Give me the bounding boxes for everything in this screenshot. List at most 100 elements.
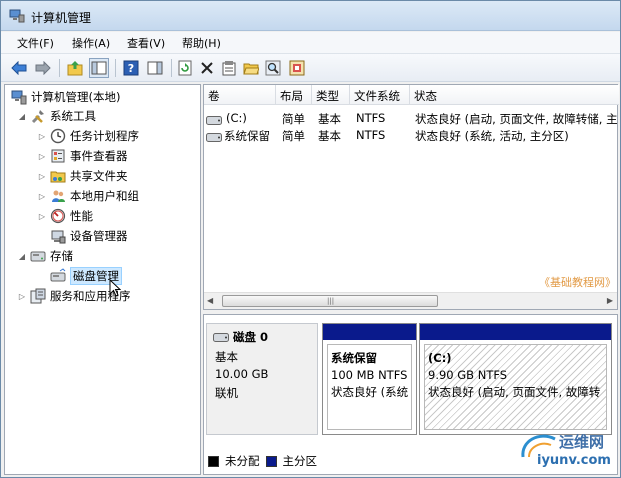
computer-management-icon: [11, 89, 27, 105]
partition-system-reserved[interactable]: 系统保留 100 MB NTFS 状态良好 (系统: [322, 323, 417, 435]
column-header-layout[interactable]: 布局: [276, 85, 312, 105]
refresh-icon[interactable]: [175, 58, 195, 78]
scroll-left-arrow-icon[interactable]: ◀: [207, 296, 213, 305]
event-viewer-icon: [50, 148, 66, 164]
horizontal-scrollbar[interactable]: ◀ ||| ▶: [204, 292, 617, 309]
table-row[interactable]: (C:) 简单 基本 NTFS 状态良好 (启动, 页面文件, 故障转储, 主: [204, 109, 619, 127]
delete-icon[interactable]: [197, 58, 217, 78]
open-folder-icon[interactable]: [241, 58, 261, 78]
disk-name: 磁盘 0: [233, 330, 269, 344]
tree-label: 共享文件夹: [70, 169, 128, 183]
forward-arrow-icon[interactable]: [33, 58, 53, 78]
expand-triangle-icon[interactable]: ▷: [37, 171, 47, 181]
users-icon: [50, 188, 66, 204]
partition-status: 状态良好 (启动, 页面文件, 故障转: [428, 385, 601, 399]
table-row[interactable]: 系统保留 简单 基本 NTFS 状态良好 (系统, 活动, 主分区): [204, 126, 619, 144]
partition-body: 系统保留 100 MB NTFS 状态良好 (系统: [327, 344, 412, 430]
tree-label: 系统工具: [50, 109, 96, 123]
expand-triangle-icon[interactable]: ▷: [37, 131, 47, 141]
partition-status: 状态良好 (系统: [331, 385, 409, 399]
volume-type: 基本: [318, 129, 341, 143]
column-header-status[interactable]: 状态: [410, 85, 619, 105]
tree-label: 设备管理器: [70, 229, 128, 243]
expand-triangle-icon[interactable]: ▷: [37, 211, 47, 221]
column-header-type[interactable]: 类型: [312, 85, 350, 105]
tree-item-local-users[interactable]: ▷ 本地用户和组: [37, 187, 139, 205]
partition-c[interactable]: (C:) 9.90 GB NTFS 状态良好 (启动, 页面文件, 故障转: [419, 323, 612, 435]
collapse-triangle-icon[interactable]: ◢: [17, 111, 27, 121]
expand-triangle-icon[interactable]: ▷: [17, 291, 27, 301]
action-pane-icon[interactable]: [145, 58, 165, 78]
tree-item-event-viewer[interactable]: ▷ 事件查看器: [37, 147, 128, 165]
legend-label: 未分配: [225, 454, 260, 468]
menu-view[interactable]: 查看(V): [127, 35, 165, 51]
logo-text-cn: 运维网: [559, 433, 605, 451]
menu-file[interactable]: 文件(F): [17, 35, 54, 51]
volume-status: 状态良好 (启动, 页面文件, 故障转储, 主: [415, 112, 617, 126]
volume-list: 卷 布局 类型 文件系统 状态 (C:) 简单 基本 NTFS 状态良好 (启动…: [203, 84, 619, 310]
disk-icon: [213, 332, 229, 345]
scroll-right-arrow-icon[interactable]: ▶: [607, 296, 613, 305]
scrollbar-thumb[interactable]: |||: [222, 295, 438, 307]
disk-management-icon: [50, 268, 66, 284]
logo-text-domain: iyunv.com: [537, 453, 611, 468]
computer-management-window: 计算机管理 文件(F) 操作(A) 查看(V) 帮助(H) ? 计算机管理(本地…: [0, 0, 621, 478]
grip-icon: |||: [327, 297, 335, 305]
tree-item-device-manager[interactable]: 设备管理器: [50, 227, 128, 245]
legend: 未分配 主分区: [208, 452, 317, 470]
collapse-triangle-icon[interactable]: ◢: [17, 251, 27, 261]
tree-label: 计算机管理(本地): [31, 90, 121, 104]
search-icon[interactable]: [263, 58, 283, 78]
shared-folder-icon: [50, 168, 66, 184]
performance-icon: [50, 208, 66, 224]
tree-item-task-scheduler[interactable]: ▷ 任务计划程序: [37, 127, 139, 145]
window-title: 计算机管理: [31, 11, 92, 25]
tree-item-root[interactable]: 计算机管理(本地): [11, 88, 120, 106]
volume-name: (C:): [226, 111, 247, 125]
menu-bar: 文件(F) 操作(A) 查看(V) 帮助(H): [1, 32, 620, 54]
expand-triangle-icon[interactable]: ▷: [37, 151, 47, 161]
partition-name: (C:): [428, 351, 452, 365]
watermark-text: 《基础教程网》: [539, 276, 616, 289]
svg-text:?: ?: [128, 62, 134, 75]
help-icon[interactable]: ?: [121, 58, 141, 78]
primary-partition-bar: [420, 324, 611, 340]
toolbar: ?: [1, 54, 620, 82]
legend-swatch-unallocated: [208, 455, 219, 467]
partition-size: 9.90 GB NTFS: [428, 368, 508, 382]
clock-icon: [50, 128, 66, 144]
disk-state: 联机: [215, 386, 238, 400]
partition-size: 100 MB NTFS: [331, 368, 408, 382]
expand-triangle-icon[interactable]: ▷: [37, 191, 47, 201]
column-header-filesystem[interactable]: 文件系统: [350, 85, 410, 105]
disk-size: 10.00 GB: [215, 367, 269, 381]
computer-management-icon: [9, 9, 25, 23]
tree-item-storage[interactable]: ◢ 存储: [17, 247, 73, 265]
menu-action[interactable]: 操作(A): [72, 35, 110, 51]
back-arrow-icon[interactable]: [9, 58, 29, 78]
export-icon[interactable]: [287, 58, 307, 78]
mouse-cursor-icon: [109, 279, 121, 297]
up-folder-icon[interactable]: [65, 58, 85, 78]
console-tree-icon[interactable]: [89, 58, 109, 78]
tree-item-shared-folders[interactable]: ▷ 共享文件夹: [37, 167, 128, 185]
properties-icon[interactable]: [219, 58, 239, 78]
column-header-volume[interactable]: 卷: [204, 85, 276, 105]
legend-swatch-primary: [265, 455, 277, 467]
volume-icon: [206, 131, 222, 145]
tree-label: 事件查看器: [70, 149, 128, 163]
site-logo: 运维网 iyunv.com: [519, 429, 619, 475]
tree-label: 本地用户和组: [70, 189, 139, 203]
volume-type: 基本: [318, 112, 341, 126]
title-bar[interactable]: 计算机管理: [1, 1, 620, 31]
toolbar-separator: [171, 59, 172, 77]
device-manager-icon: [50, 228, 66, 244]
tree-item-performance[interactable]: ▷ 性能: [37, 207, 93, 225]
volume-status: 状态良好 (系统, 活动, 主分区): [415, 129, 569, 143]
tree-label: 存储: [50, 249, 73, 263]
tree-item-system-tools[interactable]: ◢ 系统工具: [17, 107, 96, 125]
console-tree: 计算机管理(本地) ◢ 系统工具 ▷ 任务计划程序 ▷ 事件查看器 ▷ 共享文件…: [4, 84, 201, 475]
menu-help[interactable]: 帮助(H): [182, 35, 221, 51]
volume-filesystem: NTFS: [356, 128, 386, 142]
disk-info-panel[interactable]: 磁盘 0 基本 10.00 GB 联机: [206, 323, 318, 435]
